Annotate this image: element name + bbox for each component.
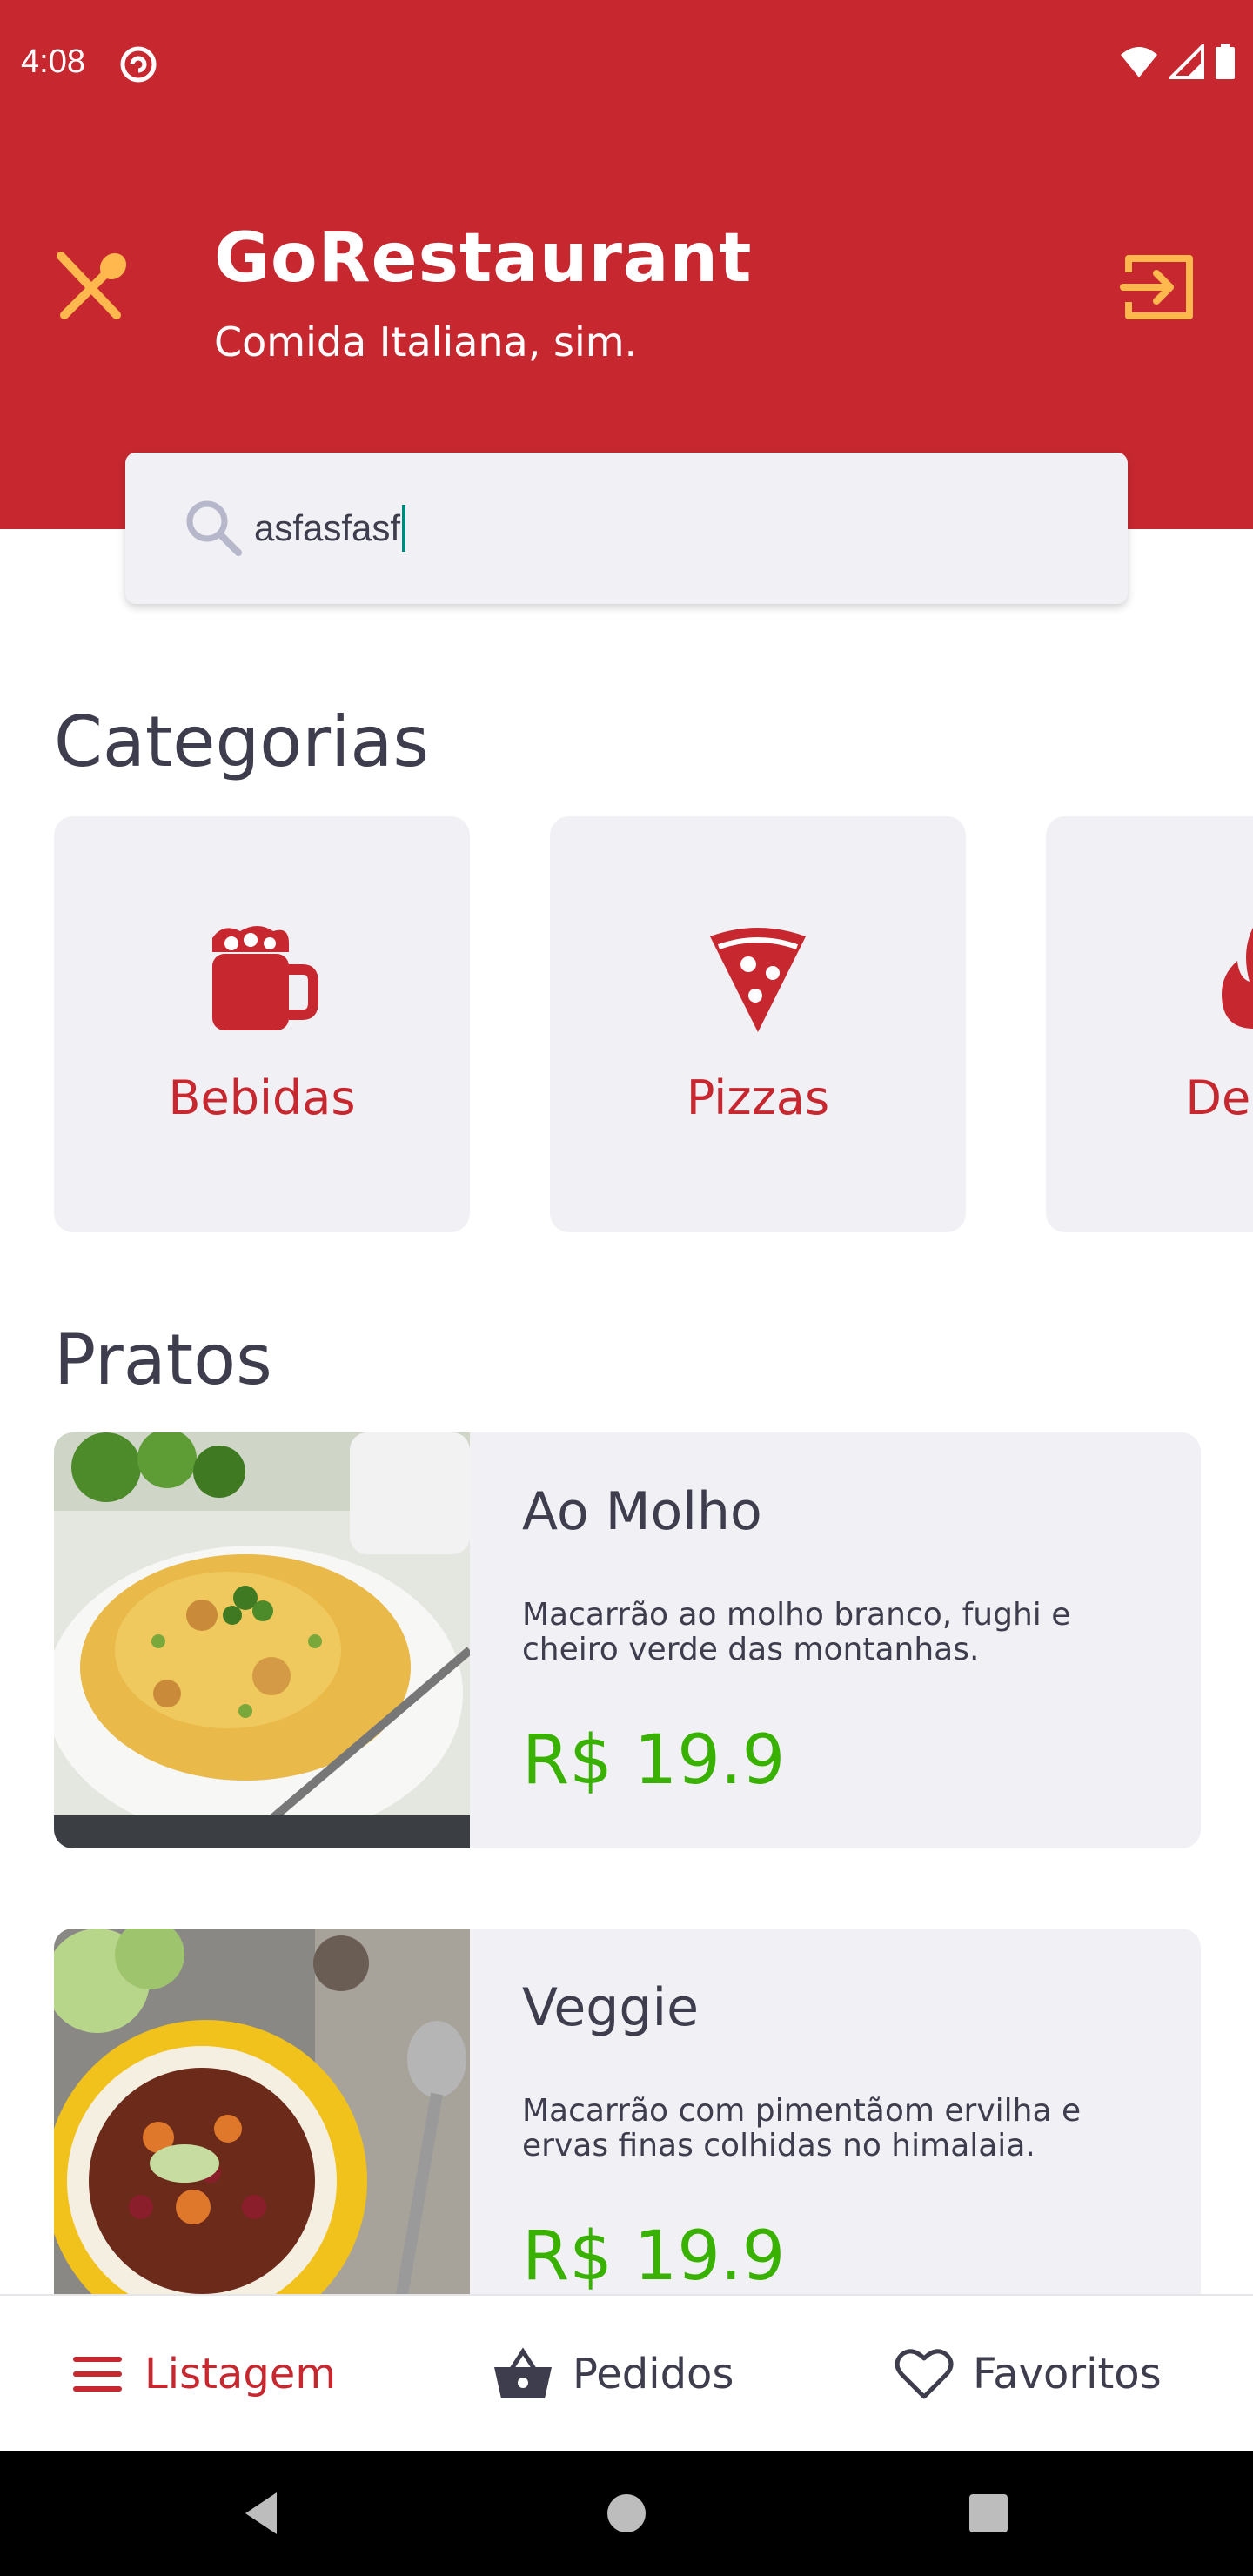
- dish-image: [54, 1929, 470, 2345]
- beer-mug-icon: [212, 926, 318, 1030]
- bottom-navigation: Listagem Pedidos Favoritos: [0, 2294, 1253, 2451]
- category-label: Desta: [1185, 1070, 1253, 1125]
- text-caret: [402, 505, 406, 552]
- tab-listagem[interactable]: Listagem: [70, 2296, 336, 2452]
- search-field-value[interactable]: asfasfasf: [254, 507, 400, 549]
- tab-pedidos[interactable]: Pedidos: [492, 2296, 734, 2452]
- search-input[interactable]: asfasfasf: [125, 453, 1128, 604]
- dish-card-veggie[interactable]: Veggie Macarrão com pimentãom ervilha e …: [54, 1929, 1201, 2345]
- battery-icon: [1216, 44, 1235, 79]
- wifi-icon: [1121, 47, 1157, 77]
- recents-icon[interactable]: [962, 2487, 1015, 2539]
- menu-icon: [73, 2357, 122, 2392]
- dish-price: R$ 19.9: [522, 1721, 786, 1800]
- dish-price: R$ 19.9: [522, 2217, 786, 2296]
- status-time: 4:08: [21, 44, 85, 80]
- category-label: Bebidas: [168, 1070, 356, 1125]
- logout-button[interactable]: [1116, 244, 1203, 331]
- dishes-title: Pratos: [54, 1319, 272, 1400]
- dish-description: Macarrão ao molho branco, fughi e cheiro…: [522, 1597, 1071, 1667]
- dish-name: Ao Molho: [522, 1481, 762, 1542]
- basket-icon: [494, 2347, 552, 2398]
- categories-list: Bebidas Pizzas Desta: [54, 816, 1253, 1234]
- category-card-pizzas[interactable]: Pizzas: [550, 816, 966, 1232]
- app-subtitle: Comida Italiana, sim.: [214, 319, 638, 366]
- category-card-bebidas[interactable]: Bebidas: [54, 816, 470, 1232]
- status-bar: 4:08: [0, 0, 1253, 131]
- pizza-slice-icon: [710, 928, 806, 1032]
- tab-label: Favoritos: [973, 2350, 1162, 2398]
- fire-icon: [1222, 928, 1253, 1029]
- status-indicators: [1119, 44, 1236, 80]
- system-navigation-bar: [0, 2451, 1253, 2576]
- back-icon[interactable]: [237, 2487, 289, 2539]
- tab-label: Listagem: [144, 2350, 337, 2398]
- categories-title: Categorias: [54, 701, 430, 782]
- dish-image: [54, 1432, 470, 1848]
- sync-status-icon: [120, 46, 157, 83]
- home-icon[interactable]: [600, 2487, 653, 2539]
- category-label: Pizzas: [686, 1070, 830, 1125]
- dish-card-ao-molho[interactable]: Ao Molho Macarrão ao molho branco, fughi…: [54, 1432, 1201, 1848]
- category-card-destaques[interactable]: Desta: [1046, 816, 1253, 1232]
- tab-label: Pedidos: [573, 2350, 734, 2398]
- logout-icon: [1120, 255, 1193, 319]
- search-icon: [186, 500, 242, 556]
- dish-name: Veggie: [522, 1977, 700, 2038]
- signal-icon: [1169, 44, 1204, 79]
- tab-favoritos[interactable]: Favoritos: [895, 2296, 1162, 2452]
- app-title: GoRestaurant: [214, 219, 753, 298]
- heart-icon: [895, 2349, 954, 2399]
- cutlery-logo-icon: [57, 252, 127, 319]
- dish-description: Macarrão com pimentãom ervilha e ervas f…: [522, 2093, 1082, 2163]
